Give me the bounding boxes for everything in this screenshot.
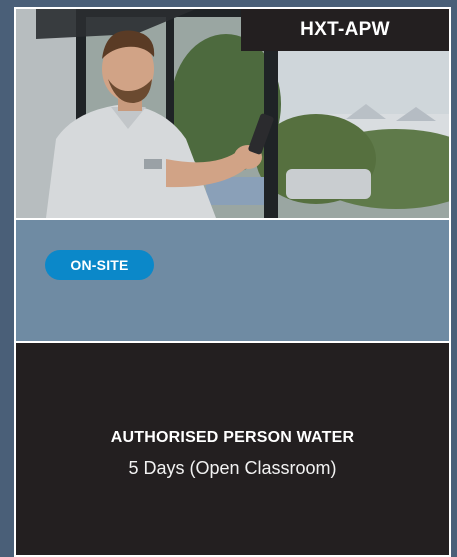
course-code-badge: HXT-APW	[241, 9, 449, 51]
course-card[interactable]: HXT-APW ON-SITE AUTHORISED PERSON WATER …	[14, 7, 451, 557]
course-photo: HXT-APW	[16, 9, 449, 218]
tag-panel: ON-SITE	[16, 220, 449, 341]
course-info-panel: AUTHORISED PERSON WATER 5 Days (Open Cla…	[16, 343, 449, 555]
delivery-tag-badge: ON-SITE	[45, 250, 154, 280]
course-title[interactable]: AUTHORISED PERSON WATER	[16, 429, 449, 447]
course-duration: 5 Days (Open Classroom)	[128, 458, 337, 478]
